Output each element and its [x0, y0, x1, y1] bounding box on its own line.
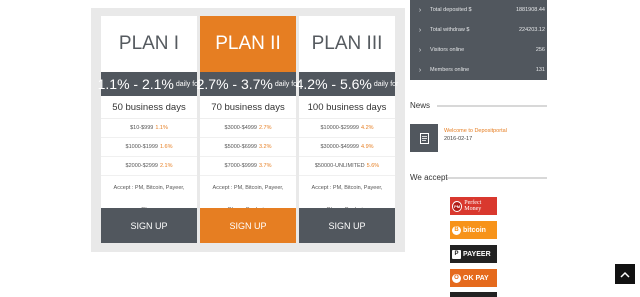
payment-payeer: P PAYEER	[450, 245, 497, 263]
rate-range: 2.7% - 3.7%	[196, 76, 273, 92]
payment-bitcoin: B bitcoin	[450, 221, 497, 239]
stats-panel: › Total deposited $ 1881908.44 › Total w…	[410, 0, 547, 80]
accept-line-1: Accept : PM, Bitcoin, Payeer,	[212, 185, 284, 191]
plan-tier: $7000-$9999 3.7%	[200, 157, 296, 176]
chevron-up-icon	[620, 271, 630, 278]
signup-button[interactable]: SIGN UP	[101, 208, 197, 243]
accept-line-1: Accept : PM, Bitcoin, Payeer,	[113, 185, 185, 191]
payment-name: bitcoin	[463, 226, 486, 234]
plan-tier: $50000-UNLIMITED 5.6%	[299, 157, 395, 176]
accept-divider	[447, 177, 547, 179]
stat-label: Members online	[430, 67, 470, 73]
tier-range: $2000-$2999	[125, 163, 158, 169]
rate-range: 1.1% - 2.1%	[97, 76, 174, 92]
stat-total-withdraw: › Total withdraw $ 224203.12	[410, 20, 547, 40]
tier-pct: 1.6%	[159, 144, 173, 150]
okpay-icon: O	[452, 273, 461, 283]
plan-tier: $3000-$4999 2.7%	[200, 119, 296, 138]
tier-pct: 3.7%	[258, 163, 272, 169]
plan-card-2: PLAN II 2.7% - 3.7% daily for 70 busines…	[196, 16, 299, 243]
signup-button[interactable]: SIGN UP	[299, 208, 395, 243]
tier-range: $50000-UNLIMITED	[314, 163, 365, 169]
plan-card-1: PLAN I 1.1% - 2.1% daily for 50 business…	[97, 16, 200, 243]
tier-pct: 4.2%	[361, 125, 374, 131]
stat-value: 131	[535, 67, 545, 73]
plan-tier: $30000-$49999 4.9%	[299, 138, 395, 157]
payeer-icon: P	[452, 249, 461, 259]
plan-days: 50 business days	[101, 96, 197, 119]
rate-range: 4.2% - 5.6%	[295, 76, 372, 92]
stat-total-deposited: › Total deposited $ 1881908.44	[410, 0, 547, 20]
chevron-right-icon: ›	[418, 46, 422, 54]
document-icon	[410, 124, 438, 152]
payment-partial	[450, 292, 497, 297]
payment-name: OK PAY	[463, 274, 489, 282]
stat-visitors-online: › Visitors online 256	[410, 40, 547, 60]
tier-pct: 4.9%	[361, 144, 374, 150]
plan-tier: $1000-$1999 1.6%	[101, 138, 197, 157]
plan-tier: $5000-$6999 3.2%	[200, 138, 296, 157]
stat-value: 256	[535, 47, 545, 53]
payment-okpay: O OK PAY	[450, 269, 497, 287]
plan-rate: 1.1% - 2.1% daily for	[97, 72, 200, 96]
tier-pct: 3.2%	[258, 144, 272, 150]
chevron-right-icon: ›	[418, 26, 422, 34]
plan-title: PLAN III	[311, 33, 383, 54]
tier-range: $30000-$49999	[320, 144, 359, 150]
plans-section: PLAN I 1.1% - 2.1% daily for 50 business…	[91, 8, 405, 252]
news-divider	[437, 105, 547, 107]
tier-range: $3000-$4999	[224, 125, 257, 131]
chevron-right-icon: ›	[418, 6, 422, 14]
tier-range: $10-$999	[130, 125, 154, 131]
plan-days: 70 business days	[200, 96, 296, 119]
plan-tier: $2000-$2999 2.1%	[101, 157, 197, 176]
tier-pct: 1.1%	[155, 125, 168, 131]
payment-name: PAYEER	[463, 250, 491, 258]
news-date: 2016-02-17	[444, 136, 473, 142]
accept-heading: We accept	[410, 173, 448, 182]
back-to-top-button[interactable]	[615, 264, 635, 284]
tier-range: $5000-$6999	[224, 144, 257, 150]
accept-line-1: Accept : PM, Bitcoin, Payeer,	[311, 185, 383, 191]
payment-name: Perfect Money	[464, 200, 482, 212]
plan-title: PLAN I	[118, 33, 180, 54]
news-item: Welcome to Depositportal 2016-02-17	[410, 124, 547, 154]
stat-label: Visitors online	[430, 47, 465, 53]
tier-pct: 2.1%	[159, 163, 173, 169]
tier-pct: 2.7%	[258, 125, 272, 131]
plan-tier: $10-$999 1.1%	[101, 119, 197, 138]
plan-rate: 4.2% - 5.6% daily for	[295, 72, 398, 96]
tier-pct: 5.6%	[366, 163, 380, 169]
news-heading: News	[410, 101, 431, 110]
payment-perfect-money: PM Perfect Money	[450, 197, 497, 215]
plan-card-3: PLAN III 4.2% - 5.6% daily for 100 busin…	[295, 16, 398, 243]
stat-value: 224203.12	[519, 27, 545, 33]
chevron-right-icon: ›	[418, 66, 422, 74]
stat-value: 1881908.44	[515, 7, 545, 13]
rate-suffix: daily for	[373, 80, 399, 88]
tier-range: $1000-$1999	[125, 144, 158, 150]
tier-range: $10000-$29999	[320, 125, 359, 131]
plan-rate: 2.7% - 3.7% daily for	[196, 72, 299, 96]
signup-button[interactable]: SIGN UP	[200, 208, 296, 243]
plan-tier: $10000-$29999 4.2%	[299, 119, 395, 138]
plan-title: PLAN II	[200, 16, 296, 72]
stat-members-online: › Members online 131	[410, 60, 547, 80]
tier-range: $7000-$9999	[224, 163, 257, 169]
plan-days: 100 business days	[299, 96, 395, 119]
perfect-money-icon: PM	[452, 200, 463, 212]
news-link[interactable]: Welcome to Depositportal	[444, 128, 507, 134]
bitcoin-icon: B	[452, 225, 461, 235]
